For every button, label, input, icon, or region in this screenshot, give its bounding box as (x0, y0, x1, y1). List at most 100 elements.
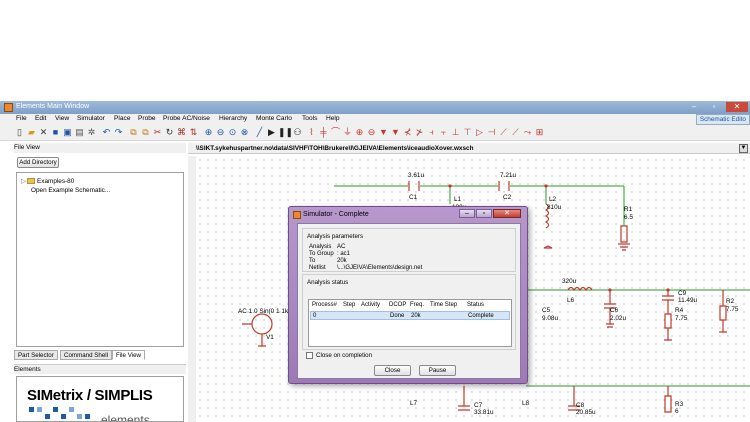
param-label: To (309, 258, 316, 264)
tree-item-open-example[interactable]: Open Example Schematic... (31, 187, 110, 194)
flip-icon[interactable]: ⇅ (188, 127, 199, 138)
c7-symbol (458, 386, 470, 411)
close-window-button[interactable]: ✕ (726, 102, 748, 112)
probe-current-icon[interactable]: ⟋ (510, 127, 521, 138)
param-value: : ac1 (337, 251, 351, 257)
jfet-icon[interactable]: ⊥ (450, 127, 461, 138)
opamp-icon[interactable]: ▷ (474, 127, 485, 138)
switch-icon[interactable]: ⊣ (486, 127, 497, 138)
c6-value: 2.02u (610, 315, 626, 322)
c9-symbol (662, 290, 674, 314)
param-value: AC (337, 244, 346, 250)
capacitor-icon[interactable]: ╪ (318, 127, 329, 138)
npn-icon[interactable]: ⊀ (402, 127, 413, 138)
minimize-button[interactable]: – (686, 102, 702, 112)
dialog-minimize-button[interactable]: – (459, 209, 475, 218)
close-button[interactable]: Close (374, 365, 411, 376)
menu-simulator[interactable]: Simulator (77, 115, 105, 122)
v1-expression: AC 1.0 Sin(0 1 1k (238, 308, 289, 315)
transformer-icon[interactable]: ⊤ (462, 127, 473, 138)
probe-differential-icon[interactable]: ⤳ (522, 127, 533, 138)
pause-button[interactable]: Pause (419, 365, 456, 376)
menu-view[interactable]: View (55, 115, 69, 122)
open-folder-icon[interactable]: ▰ (26, 127, 37, 138)
l7-label: L7 (410, 400, 418, 407)
new-file-icon[interactable]: ▯ (14, 127, 25, 138)
gear-icon[interactable]: ✲ (86, 127, 97, 138)
zener-icon[interactable]: ▼ (390, 127, 401, 138)
param-label: Analysis (309, 244, 332, 250)
param-label: Netlist (309, 265, 326, 271)
menu-probe[interactable]: Probe (138, 115, 156, 122)
table-row[interactable]: 0 Done 20k Complete (310, 311, 510, 320)
add-directory-button[interactable]: Add Directory (17, 157, 59, 168)
maximize-button[interactable]: ▫ (706, 102, 722, 112)
file-view-header: File View (14, 143, 186, 153)
save-icon[interactable]: ■ (50, 127, 61, 138)
tab-command-shell[interactable]: Command Shell (60, 350, 113, 360)
tab-file-view[interactable]: File View (112, 350, 145, 360)
r2-label: R2 (726, 298, 735, 305)
r4-label: R4 (675, 307, 684, 314)
inductor-icon[interactable]: ⌒ (330, 127, 341, 138)
redo-icon[interactable]: ↷ (113, 127, 124, 138)
mirror-icon[interactable]: ⌘ (176, 127, 187, 138)
diode-icon[interactable]: ▼ (378, 127, 389, 138)
menu-monte-carlo[interactable]: Monte Carlo (256, 115, 292, 122)
main-window-titlebar: Elements Main Window – ▫ ✕ (0, 101, 750, 114)
dialog-maximize-button[interactable]: ▫ (476, 209, 492, 218)
pause-icon[interactable]: ❚❚ (278, 127, 293, 138)
menu-hierarchy[interactable]: Hierarchy (219, 115, 247, 122)
tree-item-examples[interactable]: ▷ Examples-80 (21, 177, 74, 185)
scissors-icon[interactable]: ✂ (152, 127, 163, 138)
copy-icon[interactable]: ⧉ (128, 127, 139, 138)
pnp-icon[interactable]: ⊁ (414, 127, 425, 138)
tab-part-selector[interactable]: Part Selector (14, 350, 58, 360)
cell-status: Complete (468, 313, 494, 319)
menu-probe-ac-noise[interactable]: Probe AC/Noise (163, 115, 210, 122)
menu-tools[interactable]: Tools (302, 115, 317, 122)
dialog-close-icon[interactable]: ✕ (493, 209, 521, 218)
zoom-fit-icon[interactable]: ⊙ (227, 127, 238, 138)
current-source-icon[interactable]: ⊖ (366, 127, 377, 138)
source-icon[interactable]: ⊕ (354, 127, 365, 138)
ground-icon[interactable]: ⏚ (342, 127, 353, 138)
binoculars-icon[interactable]: ⚇ (292, 127, 303, 138)
col-freq: Freq. (410, 302, 425, 308)
c2-symbol (498, 181, 510, 191)
l2-ground (543, 245, 553, 249)
resistor-icon[interactable]: ⌇ (306, 127, 317, 138)
zoom-area-icon[interactable]: ⊗ (239, 127, 250, 138)
wire-icon[interactable]: ╱ (254, 127, 265, 138)
path-dropdown-icon[interactable]: ▼ (739, 144, 748, 153)
app-icon (4, 103, 13, 112)
c1-value: 3.61u (408, 172, 424, 179)
folder-icon (27, 178, 35, 184)
menu-place[interactable]: Place (114, 115, 131, 122)
undo-icon[interactable]: ↶ (101, 127, 112, 138)
cut-icon[interactable]: ✕ (38, 127, 49, 138)
run-icon[interactable]: ▶ (266, 127, 277, 138)
pmos-icon[interactable]: ⫟ (438, 127, 449, 138)
probe-power-icon[interactable]: ⊞ (534, 127, 545, 138)
schematic-editor-tab[interactable]: Schematic Edito (695, 114, 750, 125)
paste-icon[interactable]: ⧉ (140, 127, 151, 138)
zoom-in-icon[interactable]: ⊕ (203, 127, 214, 138)
menu-edit[interactable]: Edit (35, 115, 46, 122)
c6-label: C6 (610, 307, 619, 314)
menu-file[interactable]: File (16, 115, 27, 122)
close-on-completion-checkbox[interactable] (306, 352, 313, 359)
save-all-icon[interactable]: ▣ (62, 127, 73, 138)
dialog-body: Analysis parameters Analysis AC To Group… (297, 223, 521, 379)
simetrix-simplis-logo: SIMetrix / SIMPLIS (27, 387, 153, 404)
cell-freq: 20k (411, 313, 421, 319)
zoom-out-icon[interactable]: ⊖ (215, 127, 226, 138)
menu-help[interactable]: Help (326, 115, 340, 122)
probe-voltage-icon[interactable]: ⟋ (498, 127, 509, 138)
rotate-icon[interactable]: ↻ (164, 127, 175, 138)
nmos-icon[interactable]: ⫞ (426, 127, 437, 138)
cell-dcop: Done (390, 313, 405, 319)
col-step: Step (343, 302, 356, 308)
print-icon[interactable]: ▤ (74, 127, 85, 138)
c5-label: C5 (542, 307, 551, 314)
